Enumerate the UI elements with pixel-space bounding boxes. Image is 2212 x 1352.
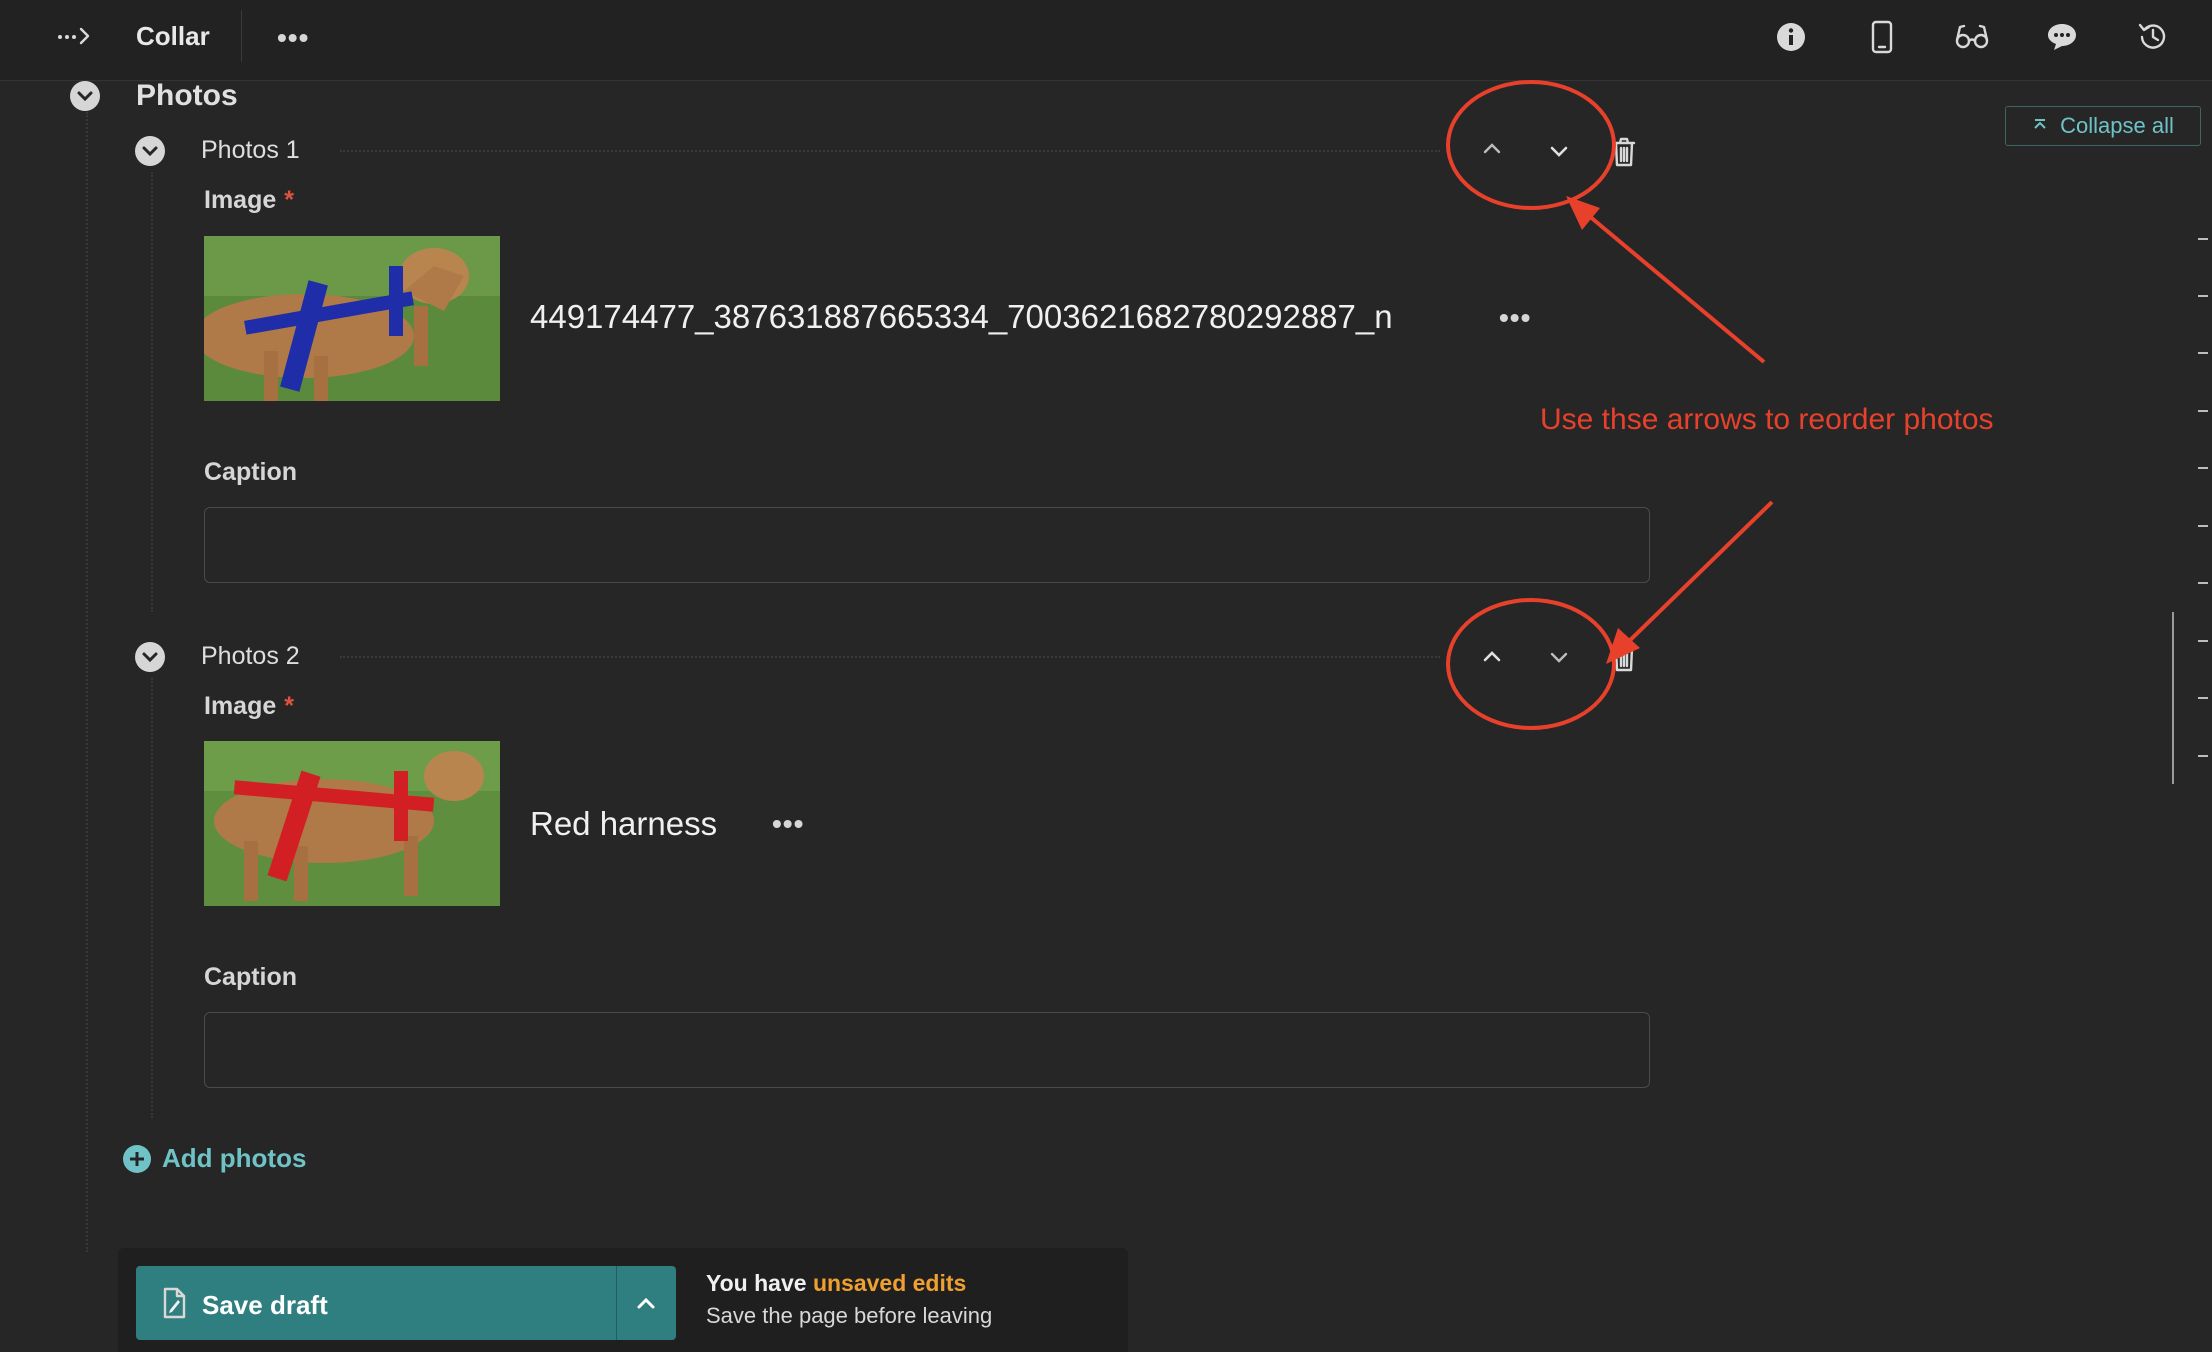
image-filename: Red harness xyxy=(530,805,718,842)
breadcrumb-arrow-icon[interactable] xyxy=(56,22,92,55)
add-photos-label: Add photos xyxy=(162,1143,307,1173)
chevron-down-icon xyxy=(77,91,93,102)
chevron-up-icon xyxy=(637,1297,655,1309)
item-collapse-toggle[interactable] xyxy=(135,642,165,672)
page-title: Collar xyxy=(136,21,210,51)
scroll-ruler[interactable] xyxy=(2160,220,2212,784)
save-draft-button[interactable]: Save draft xyxy=(136,1266,676,1340)
unsaved-subtext: Save the page before leaving xyxy=(706,1303,993,1328)
collapse-all-label: Collapse all xyxy=(2060,113,2174,138)
section-title: Photos xyxy=(136,79,238,112)
photo-thumbnail[interactable] xyxy=(204,236,500,401)
info-icon[interactable] xyxy=(1776,22,1806,57)
unsaved-status: You have unsaved edits xyxy=(706,1270,967,1296)
image-label: Image * xyxy=(204,692,294,720)
plus-circle-icon xyxy=(123,1144,151,1173)
item-collapse-toggle[interactable] xyxy=(135,136,165,166)
item-title: Photos 2 xyxy=(201,642,300,670)
save-draft-label: Save draft xyxy=(202,1290,328,1320)
photo-thumbnail[interactable] xyxy=(204,741,500,906)
caption-label: Caption xyxy=(204,963,298,991)
collapse-icon xyxy=(2034,119,2046,129)
history-icon[interactable] xyxy=(2136,20,2170,59)
add-photos-button[interactable]: Add photos xyxy=(122,1143,306,1174)
glasses-icon[interactable] xyxy=(1954,22,1990,57)
caption-input[interactable] xyxy=(204,507,1650,583)
unsaved-highlight: unsaved edits xyxy=(812,1270,967,1296)
chevron-down-icon xyxy=(142,146,158,157)
caption-label: Caption xyxy=(204,458,298,486)
mobile-icon[interactable] xyxy=(1868,20,1896,59)
save-options-button[interactable] xyxy=(616,1266,676,1340)
collapse-all-button[interactable]: Collapse all xyxy=(2005,106,2201,146)
image-label: Image * xyxy=(204,186,294,214)
item-title: Photos 1 xyxy=(201,136,300,164)
annotation-arrows xyxy=(1566,196,1774,664)
caption-input[interactable] xyxy=(204,1012,1650,1088)
top-bar: Collar ••• xyxy=(0,0,2212,81)
draft-icon xyxy=(160,1286,188,1325)
section-collapse-toggle[interactable] xyxy=(70,81,100,111)
image-filename: 449174477_387631887665334_70036216827802… xyxy=(530,298,1393,335)
image-more-button[interactable]: ••• xyxy=(772,808,804,840)
more-options-button[interactable]: ••• xyxy=(277,22,309,54)
comment-icon[interactable] xyxy=(2046,22,2078,57)
image-more-button[interactable]: ••• xyxy=(1499,302,1531,334)
chevron-down-icon xyxy=(142,652,158,663)
